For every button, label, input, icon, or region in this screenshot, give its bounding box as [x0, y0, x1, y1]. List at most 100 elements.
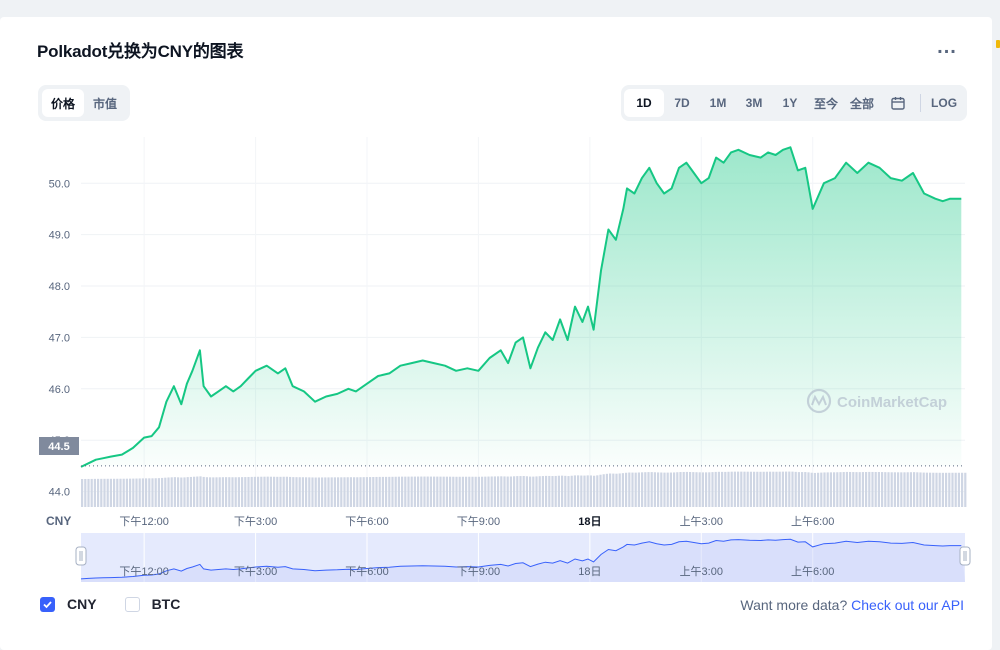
volume-bar	[257, 476, 260, 507]
legend-btc-label: BTC	[151, 596, 181, 612]
volume-bar	[292, 477, 295, 507]
legend-btc[interactable]: BTC	[124, 596, 181, 612]
volume-bar	[234, 477, 237, 507]
volume-bar	[180, 477, 183, 507]
volume-bar	[660, 472, 663, 507]
volume-bar	[231, 477, 234, 507]
volume-bar	[321, 477, 324, 507]
volume-bar	[343, 477, 346, 507]
volume-bar	[420, 476, 423, 507]
volume-bar	[308, 477, 311, 507]
volume-bar	[743, 471, 746, 507]
volume-bar	[487, 476, 490, 507]
volume-bar	[301, 477, 304, 507]
volume-bar	[804, 472, 807, 507]
volume-bar	[900, 472, 903, 507]
volume-bar	[913, 472, 916, 507]
volume-bar	[327, 477, 330, 507]
volume-bar	[874, 471, 877, 507]
volume-bar	[196, 476, 199, 507]
volume-bar	[621, 473, 624, 507]
volume-bar	[522, 476, 525, 507]
volume-bar	[759, 471, 762, 507]
volume-bar	[935, 472, 938, 507]
api-link[interactable]: Check out our API	[851, 597, 964, 613]
volume-bar	[474, 476, 477, 507]
volume-bar	[906, 472, 909, 507]
volume-bar	[413, 476, 416, 507]
volume-bar	[561, 475, 564, 507]
volume-bar	[340, 477, 343, 507]
volume-bar	[842, 472, 845, 507]
volume-bar	[314, 477, 317, 507]
x-tick-label: 上午3:00	[680, 515, 723, 528]
volume-bar	[810, 472, 813, 507]
volume-bar	[218, 477, 221, 507]
volume-bar	[692, 472, 695, 507]
navigator[interactable]: 下午12:00 下午3:00 下午6:00 下午9:00 18日 上午3:00 上午6:00	[75, 533, 971, 582]
volume-bar	[525, 476, 528, 507]
volume-bar	[788, 471, 791, 507]
navigator-tick-label: 18日	[578, 566, 601, 578]
navigator-tick-label: 下午12:00	[119, 565, 169, 578]
volume-bar	[330, 477, 333, 507]
price-chart[interactable]: CoinMarketCap 44.045.046.047.048.049.050…	[0, 0, 1000, 650]
volume-bar	[215, 477, 218, 507]
volume-bar	[225, 477, 228, 507]
volume-bar	[205, 477, 208, 507]
volume-bar	[714, 471, 717, 507]
volume-bar	[471, 476, 474, 507]
volume-bar	[410, 476, 413, 507]
volume-bar	[333, 477, 336, 507]
volume-bar	[298, 477, 301, 507]
btc-checkbox[interactable]	[124, 596, 140, 612]
volume-bar	[801, 472, 804, 507]
volume-bar	[666, 472, 669, 507]
volume-bar	[817, 472, 820, 507]
volume-bar	[615, 473, 618, 507]
volume-bar	[567, 476, 570, 507]
volume-bar	[285, 476, 288, 507]
volume-bar	[685, 471, 688, 507]
volume-bar	[535, 476, 538, 507]
volume-bar	[778, 471, 781, 507]
volume-bar	[506, 476, 509, 507]
volume-bar	[164, 477, 167, 507]
volume-bar	[167, 477, 170, 507]
volume-bar	[577, 475, 580, 507]
volume-bar	[964, 472, 967, 507]
volume-bar	[97, 478, 100, 507]
volume-bar	[545, 475, 548, 507]
volume-bar	[881, 472, 884, 507]
x-tick-label: 下午9:00	[457, 515, 500, 528]
volume-bar	[509, 476, 512, 507]
volume-bar	[945, 472, 948, 507]
volume-bar	[807, 472, 810, 507]
volume-bar	[100, 478, 103, 507]
check-icon	[43, 600, 52, 608]
volume-bar	[647, 472, 650, 507]
volume-bar	[189, 476, 192, 507]
volume-bar	[673, 472, 676, 507]
volume-bar	[468, 476, 471, 507]
volume-bar	[516, 476, 519, 507]
volume-bar	[919, 472, 922, 507]
volume-bar	[730, 471, 733, 507]
volume-bar	[772, 471, 775, 507]
volume-bar	[119, 478, 122, 507]
volume-bar	[922, 472, 925, 507]
volume-bar	[337, 477, 340, 507]
volume-bar	[269, 476, 272, 507]
legend-cny[interactable]: CNY	[40, 596, 97, 612]
volume-bar	[836, 472, 839, 507]
currency-axis-label: CNY	[46, 514, 71, 528]
cny-checkbox[interactable]	[40, 596, 55, 612]
volume-bar	[781, 471, 784, 507]
volume-bar	[593, 475, 596, 507]
volume-bar	[87, 478, 90, 507]
navigator-left-handle[interactable]	[75, 546, 87, 566]
volume-bar	[436, 476, 439, 507]
volume-bar	[442, 476, 445, 507]
navigator-right-handle[interactable]	[959, 546, 971, 566]
volume-bar	[221, 477, 224, 507]
